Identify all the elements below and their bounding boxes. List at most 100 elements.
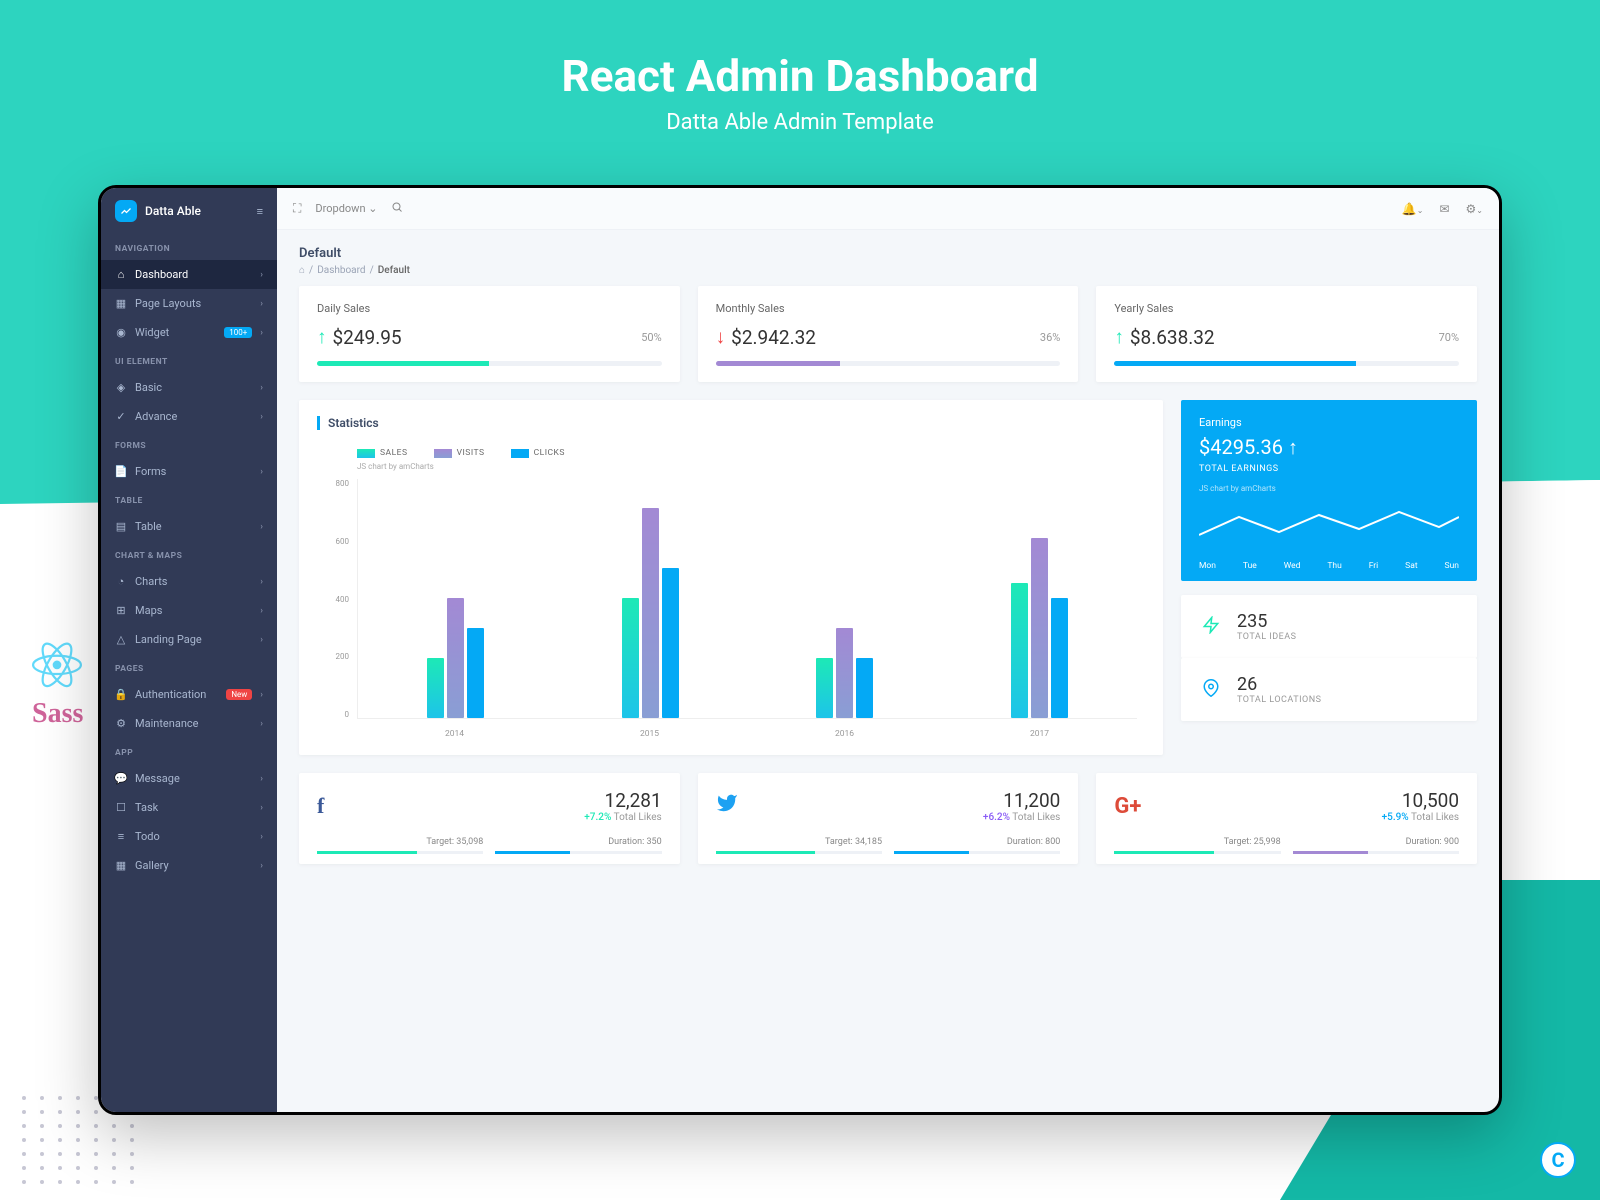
fullscreen-icon[interactable]: ⛶ [293,201,301,216]
bar [1031,538,1048,718]
legend-clicks: CLICKS [534,448,565,458]
page-header: Default ⌂ / Dashboard / Default [299,246,1477,276]
nav-item-icon: △ [115,634,127,646]
nav-item-label: Dashboard [135,268,252,281]
nav-item-icon: ✓ [115,411,127,423]
sidebar-item-authentication[interactable]: 🔒AuthenticationNew› [101,680,277,709]
nav-section-head: CHART & MAPS [101,541,277,567]
home-icon[interactable]: ⌂ [299,265,305,276]
bar [836,628,853,718]
sidebar-toggle-icon[interactable]: ≡ [257,205,263,218]
chevron-right-icon: › [260,719,263,729]
social-likes-label: Total Likes [614,812,662,823]
nav-item-icon: ≡ [115,831,127,843]
chart-legend: SALES VISITS CLICKS [317,438,1145,462]
nav-item-icon: ▦ [115,298,127,310]
stat-tile-0: 235TOTAL IDEAS [1181,595,1477,658]
arrow-up-icon: ↑ [1288,435,1298,459]
target-label: Target: 25,998 [1114,837,1280,847]
bar-group [427,598,484,718]
sales-card-0: Daily Sales ↑$249.9550% [299,286,680,382]
nav-section-head: TABLE [101,486,277,512]
sidebar-item-dashboard[interactable]: ⌂Dashboard› [101,260,277,289]
arrow-up-icon: ↑ [317,325,327,349]
arrow-up-icon: ↑ [1114,325,1124,349]
sales-label: Yearly Sales [1114,302,1459,315]
sidebar-item-landing-page[interactable]: △Landing Page› [101,625,277,654]
decoration: Sass [32,640,83,730]
nav-item-label: Charts [135,575,252,588]
chevron-right-icon: › [260,861,263,871]
chevron-right-icon: › [260,299,263,309]
tile-icon [1199,679,1223,701]
bar [816,658,833,718]
nav-item-icon: ▤ [115,521,127,533]
social-delta: +6.2% [983,812,1010,823]
sidebar-item-gallery[interactable]: ▦Gallery› [101,851,277,880]
duration-label: Duration: 350 [495,837,661,847]
social-count: 12,281 [584,789,661,812]
sidebar-item-page-layouts[interactable]: ▦Page Layouts› [101,289,277,318]
social-count: 10,500 [1382,789,1459,812]
chevron-down-icon: ⌄ [368,202,377,215]
sidebar-item-forms[interactable]: 📄Forms› [101,457,277,486]
sales-pct: 70% [1439,331,1459,344]
social-delta: +7.2% [584,812,611,823]
settings-icon[interactable]: ⚙⌄ [1466,202,1483,216]
earnings-card: Earnings $4295.36 ↑ TOTAL EARNINGS JS ch… [1181,400,1477,581]
social-card-2: G+ 10,500+5.9% Total Likes Target: 25,99… [1096,773,1477,864]
sidebar-item-maps[interactable]: ⊞Maps› [101,596,277,625]
sidebar-item-widget[interactable]: ◉Widget100+› [101,318,277,347]
bar [1051,598,1068,718]
bar [1011,583,1028,718]
nav-item-icon: 📄 [115,466,127,478]
nav-item-label: Widget [135,326,216,339]
arrow-down-icon: ↓ [716,325,726,349]
tile-text: TOTAL IDEAS [1237,632,1296,642]
dropdown-label: Dropdown [315,202,365,215]
bar [856,658,873,718]
sidebar-item-advance[interactable]: ✓Advance› [101,402,277,431]
nav-item-label: Maintenance [135,717,252,730]
chevron-right-icon: › [260,606,263,616]
mail-icon[interactable]: ✉ [1439,202,1449,216]
dropdown-toggle[interactable]: Dropdown ⌄ [315,202,377,215]
sass-logo-icon: Sass [32,698,83,730]
sidebar-item-message[interactable]: 💬Message› [101,764,277,793]
nav-badge: New [226,689,252,700]
target-label: Target: 35,098 [317,837,483,847]
bell-icon[interactable]: 🔔⌄ [1402,202,1424,216]
nav-item-icon: ☐ [115,802,127,814]
sidebar-item-table[interactable]: ▤Table› [101,512,277,541]
chevron-right-icon: › [260,412,263,422]
sales-value: $249.95 [333,326,402,349]
bar-group [622,508,679,718]
bar [447,598,464,718]
chevron-right-icon: › [260,635,263,645]
sidebar-item-basic[interactable]: ◈Basic› [101,373,277,402]
weekday-label: Tue [1243,561,1257,571]
hero-subtitle: Datta Able Admin Template [0,110,1600,135]
weekday-label: Wed [1284,561,1301,571]
tile-text: TOTAL LOCATIONS [1237,695,1321,705]
hero-title: React Admin Dashboard [0,50,1600,102]
sidebar: Datta Able ≡ NAVIGATION⌂Dashboard›▦Page … [101,188,277,1112]
social-icon: G+ [1114,794,1141,819]
sidebar-item-charts[interactable]: ◔Charts› [101,567,277,596]
earnings-label: Earnings [1199,416,1459,429]
search-icon[interactable] [391,201,403,216]
earnings-sub: TOTAL EARNINGS [1199,464,1459,474]
nav-item-label: Authentication [135,688,218,701]
nav-item-icon: ⚙ [115,718,127,730]
main-panel: ⛶ Dropdown ⌄ 🔔⌄ ✉ ⚙⌄ Default ⌂ / Dashboa… [277,188,1499,1112]
nav-section-head: NAVIGATION [101,234,277,260]
sidebar-item-task[interactable]: ☐Task› [101,793,277,822]
sidebar-item-maintenance[interactable]: ⚙ Maintenance › [101,709,277,738]
brand[interactable]: Datta Able ≡ [101,188,277,234]
bar [642,508,659,718]
legend-visits: VISITS [457,448,485,458]
stat-tile-1: 26TOTAL LOCATIONS [1181,658,1477,721]
breadcrumb-item[interactable]: Dashboard [317,265,365,276]
chevron-right-icon: › [260,522,263,532]
sidebar-item-todo[interactable]: ≡Todo› [101,822,277,851]
